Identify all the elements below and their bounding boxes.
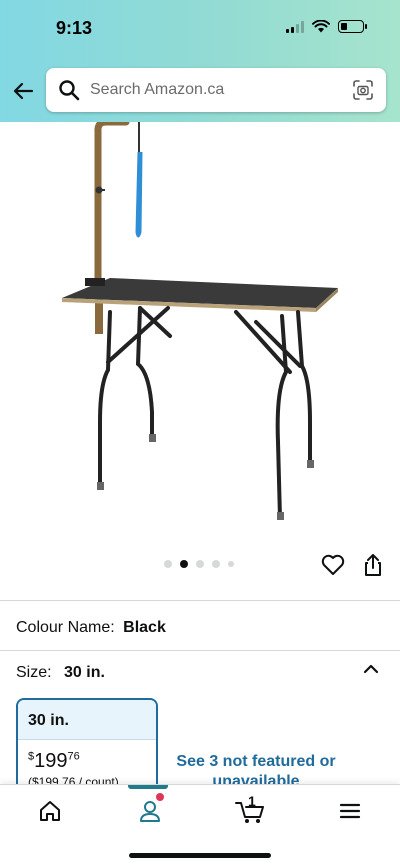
size-option-label: 30 in. [18,700,156,740]
divider [0,650,400,651]
status-icons [286,20,367,33]
price-whole: 199 [34,750,68,772]
chevron-up-icon[interactable] [362,662,380,676]
arrow-left-icon[interactable] [12,80,34,102]
cellular-signal-icon [286,20,304,33]
carousel-dot[interactable] [164,560,172,568]
cart-count: 1 [248,793,256,809]
size-option-card[interactable]: 30 in. $19976 ($199.76 / count) [16,698,158,798]
colour-selector[interactable]: Colour Name: Black [16,619,166,637]
size-selector-header[interactable]: Size: 30 in. [16,664,105,682]
status-time: 9:13 [56,18,93,38]
search-icon [59,80,80,101]
image-carousel-dots[interactable] [164,560,234,568]
size-option-price: $19976 [18,740,156,773]
nav-active-indicator [128,785,168,789]
colour-label: Colour Name: [16,619,115,636]
app-header: 9:13 [0,0,400,122]
wifi-icon [312,20,330,33]
heart-icon[interactable] [320,552,346,578]
price-fraction: 76 [67,750,80,763]
colour-value: Black [123,619,166,636]
divider [0,600,400,601]
person-icon[interactable] [136,797,164,825]
home-indicator[interactable] [129,853,271,858]
hamburger-menu-icon[interactable] [336,797,364,825]
home-icon[interactable] [36,797,64,825]
share-icon[interactable] [362,552,384,578]
size-label: Size: [16,664,52,681]
size-value: 30 in. [64,664,105,681]
notification-badge [156,793,164,801]
search-input[interactable] [90,81,352,99]
battery-icon [338,20,367,33]
carousel-dot[interactable] [196,560,204,568]
carousel-dot[interactable] [212,560,220,568]
carousel-dot[interactable] [228,561,234,567]
search-bar[interactable] [46,68,386,112]
camera-scan-icon[interactable] [352,79,374,101]
carousel-dot-active[interactable] [180,560,188,568]
product-image[interactable] [0,122,400,542]
